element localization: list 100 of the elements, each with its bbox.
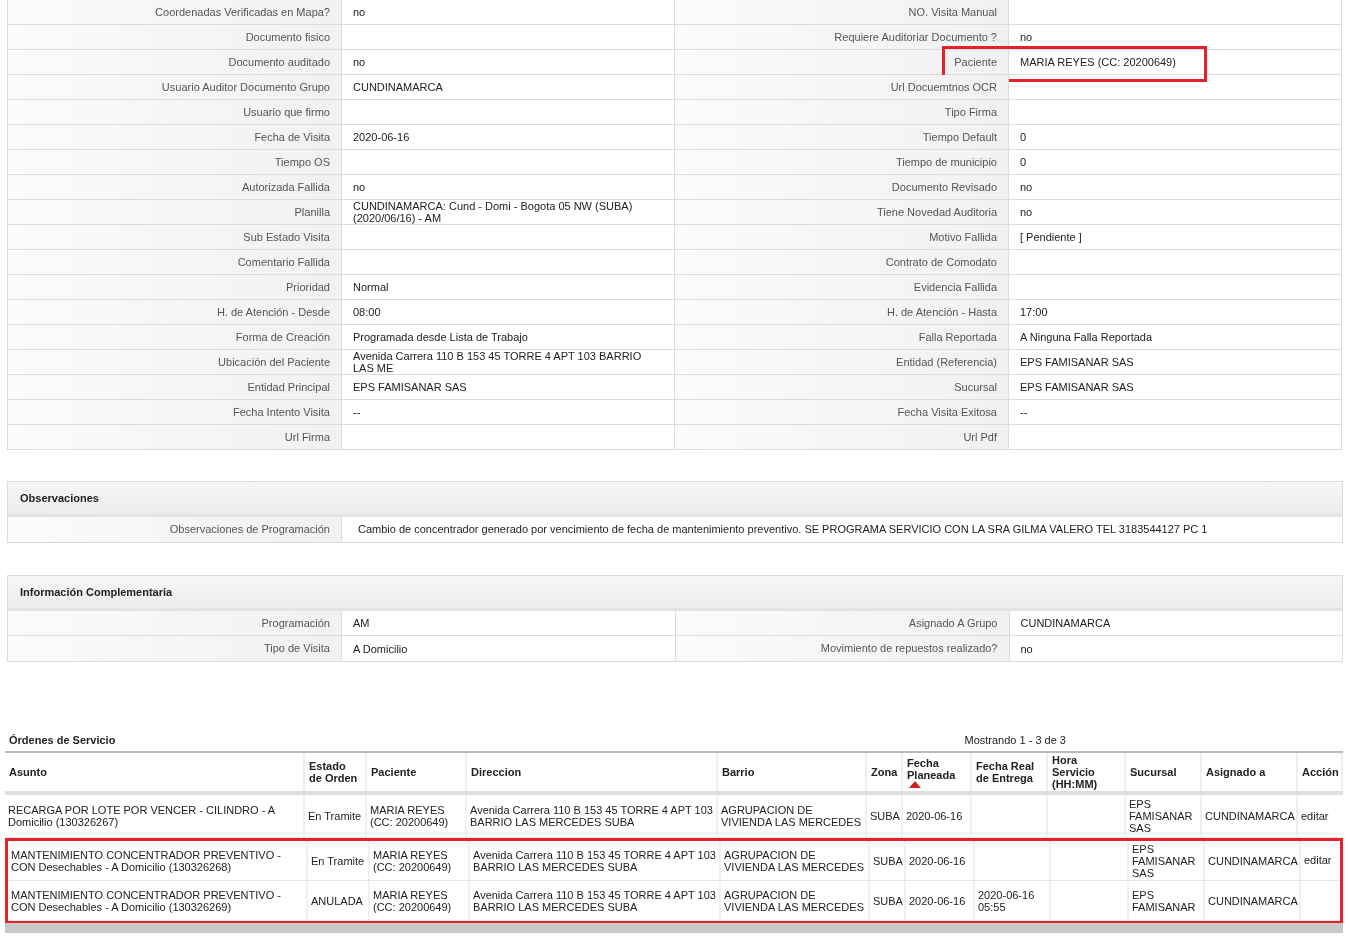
field-value: Avenida Carrera 110 B 153 45 TORRE 4 APT 103 BARRIO LAS ME — [353, 350, 643, 374]
field-value: AM — [353, 617, 370, 629]
table-cell-text: MANTENIMIENTO CONCENTRADOR PREVENTIVO - CON Desechables - A Domicilio (130326269) — [11, 888, 282, 913]
column-header[interactable]: Asunto — [5, 753, 305, 791]
column-header[interactable]: Paciente — [367, 753, 467, 791]
column-header[interactable]: Barrio — [718, 753, 867, 791]
field-label: Movimiento de repuestos realizado? — [675, 636, 1010, 661]
field-label: Tipo de Visita — [8, 636, 342, 661]
field-label: Planilla — [8, 200, 342, 224]
column-header[interactable]: Acción — [1298, 753, 1343, 791]
column-header[interactable]: Hora Servicio (HH:MM) — [1048, 753, 1126, 791]
table-cell: Avenida Carrera 110 B 153 45 TORRE 4 APT 103 BARRIO LAS MERCEDES SUBA — [473, 848, 716, 873]
field-label: Asignado A Grupo — [675, 611, 1010, 635]
field-value: MARIA REYES (CC: 20200649) — [1020, 56, 1176, 68]
table-cell: ANULADA — [311, 894, 363, 907]
field-label: Fecha de Visita — [8, 125, 342, 149]
table-title: Órdenes de Servicio — [9, 732, 116, 748]
table-cell: SUBA — [873, 854, 903, 867]
table-cell-text: MARIA REYES (CC: 20200649) — [373, 888, 453, 913]
field-label: Comentario Fallida — [8, 250, 342, 274]
field-value: 2020-06-16 — [353, 131, 410, 143]
table-cell: AGRUPACION DE VIVIENDA LAS MERCEDES — [724, 848, 865, 873]
field-label: Contrato de Comodato — [675, 250, 1009, 274]
field-label: Evidencia Fallida — [675, 275, 1009, 299]
column-header[interactable]: Zona — [867, 753, 903, 791]
field-value: no — [1020, 181, 1033, 193]
field-label: Tiempo OS — [8, 150, 342, 174]
pager-text: Mostrando 1 - 3 de 3 — [964, 732, 1066, 748]
field-value: 17:00 — [1020, 306, 1048, 318]
field-label: Url Firma — [8, 425, 342, 449]
field-label: Prioridad — [8, 275, 342, 299]
field-label: Sub Estado Visita — [8, 225, 342, 249]
field-value: -- — [1020, 406, 1028, 418]
table-cell-text: EPS FAMISANAR — [1132, 888, 1197, 913]
field-value: CUNDINAMARCA — [353, 81, 443, 93]
field-value: CUNDINAMARCA: Cund - Domi - Bogota 05 NW (SUBA) (2020/06/16) - AM — [353, 200, 634, 224]
edit-link[interactable]: editar — [1304, 852, 1332, 869]
field-label: Fecha Visita Exitosa — [675, 400, 1009, 424]
field-value: no — [353, 56, 366, 68]
table-cell: 2020-06-16 — [906, 810, 963, 822]
field-label: Paciente — [675, 50, 1009, 74]
field-value: A Domicilio — [353, 642, 408, 655]
table-cell: En Tramite — [311, 854, 365, 867]
column-header[interactable]: Fecha Planeada — [903, 753, 972, 791]
column-header[interactable]: Estado de Orden — [305, 753, 367, 791]
table-cell-text: EPS FAMISANAR SAS — [1132, 842, 1197, 879]
table-cell: Avenida Carrera 110 B 153 45 TORRE 4 APT 103 BARRIO LAS MERCEDES SUBA — [470, 804, 713, 828]
field-value: -- — [353, 406, 361, 418]
table-cell: Avenida Carrera 110 B 153 45 TORRE 4 APT 103 BARRIO LAS MERCEDES SUBA — [473, 888, 716, 913]
table-cell: AGRUPACION DE VIVIENDA LAS MERCEDES — [721, 804, 862, 828]
field-value: 0 — [1020, 131, 1027, 143]
field-value: no — [1020, 206, 1033, 218]
field-label: Sucursal — [675, 375, 1009, 399]
table-cell-text: RECARGA POR LOTE POR VENCER - CILINDRO - A Domicilio (130326267) — [8, 804, 276, 828]
field-value: no — [1020, 31, 1033, 43]
field-label: Tiene Novedad Auditoria — [675, 200, 1009, 224]
field-value: Normal — [353, 281, 389, 293]
field-label: Url Docuemtnos OCR — [675, 75, 1009, 99]
field-label: Entidad (Referencia) — [675, 350, 1009, 374]
edit-link[interactable]: editar — [1301, 807, 1329, 825]
field-value: no — [353, 6, 366, 18]
field-label: Entidad Principal — [8, 375, 342, 399]
field-value: no — [1020, 642, 1033, 655]
field-value: A Ninguna Falla Reportada — [1020, 331, 1153, 343]
field-value: EPS FAMISANAR SAS — [353, 381, 467, 393]
table-cell: CUNDINAMARCA — [1208, 894, 1298, 907]
field-label: Programación — [8, 611, 342, 635]
table-cell: 2020-06-16 — [909, 894, 966, 907]
table-cell-text: MANTENIMIENTO CONCENTRADOR PREVENTIVO - CON Desechables - A Domicilio (130326268) — [11, 848, 282, 873]
field-label: Falla Reportada — [675, 325, 1009, 349]
field-label: Fecha Intento Visita — [8, 400, 342, 424]
field-value: 0 — [1020, 156, 1027, 168]
field-label: Tiempo de municipio — [675, 150, 1009, 174]
field-label: NO. Visita Manual — [675, 0, 1009, 24]
field-label: Usuario Auditor Documento Grupo — [8, 75, 342, 99]
field-label: Motivo Fallida — [675, 225, 1009, 249]
table-cell: SUBA — [870, 810, 900, 822]
field-label: Documento fisico — [8, 25, 342, 49]
field-label: Observaciones de Programación — [8, 517, 342, 542]
column-header[interactable]: Direccion — [467, 753, 718, 791]
horizontal-scrollbar[interactable] — [5, 923, 1343, 933]
field-value: EPS FAMISANAR SAS — [1020, 356, 1134, 368]
field-label: Tiempo Default — [675, 125, 1009, 149]
field-label: Coordenadas Verificadas en Mapa? — [8, 0, 342, 24]
field-label: Requiere Auditoriar Documento ? — [675, 25, 1009, 49]
column-header[interactable]: Asignado a — [1202, 753, 1298, 791]
table-cell: En Tramite — [308, 810, 362, 822]
table-cell: SUBA — [873, 894, 903, 907]
field-value: Cambio de concentrador generado por vencimiento de fecha de mantenimiento preventivo. SE PROGRAMA SERVICIO CON LA SRA GILMA VALERO TEL 3183544127 PC 1 — [357, 522, 1208, 537]
column-header[interactable]: Sucursal — [1126, 753, 1202, 791]
field-label: Usuario que firmo — [8, 100, 342, 124]
field-label: Ubicación del Paciente — [8, 350, 342, 374]
table-cell-text: MARIA REYES (CC: 20200649) — [370, 804, 450, 828]
column-header[interactable]: Fecha Real de Entrega — [972, 753, 1048, 791]
field-label: Documento auditado — [8, 50, 342, 74]
field-value: Programada desde Lista de Trabajo — [353, 331, 528, 343]
field-label: Tipo Firma — [675, 100, 1009, 124]
table-cell: 2020-06-16 — [909, 854, 966, 867]
table-cell-text: EPS FAMISANAR SAS — [1129, 798, 1194, 834]
field-value: 08:00 — [353, 306, 381, 318]
